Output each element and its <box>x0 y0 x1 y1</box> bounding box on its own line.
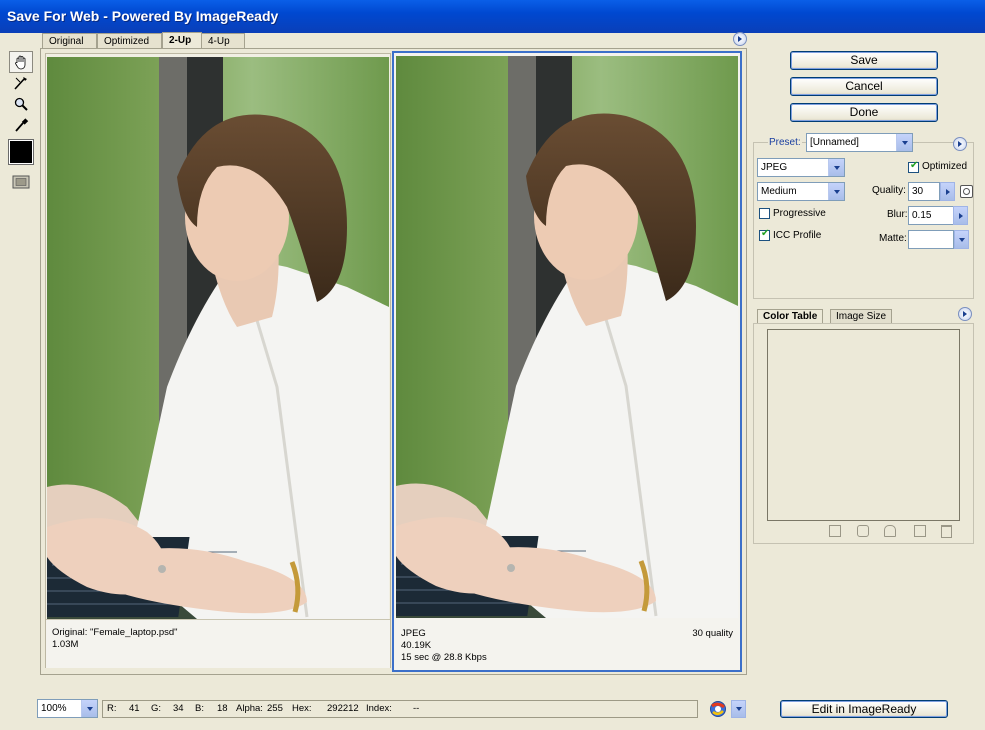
color-swatch[interactable] <box>8 139 34 165</box>
checkmark-icon: ✔ <box>761 228 770 239</box>
icc-profile-checkbox[interactable]: ✔ <box>759 228 770 241</box>
chevron-right-icon <box>958 212 963 219</box>
tab-color-table[interactable]: Color Table <box>757 309 824 324</box>
alpha-value: 255 <box>267 703 283 714</box>
checkmark-icon: ✔ <box>910 160 919 171</box>
preset-select[interactable]: [Unnamed] <box>806 133 913 152</box>
matte-swatch[interactable] <box>908 230 954 249</box>
save-button[interactable]: Save <box>790 51 938 70</box>
matte-label: Matte: <box>879 233 907 244</box>
quality-mask-icon[interactable] <box>960 185 973 198</box>
hex-value: 292212 <box>327 703 359 714</box>
tab-optimized[interactable]: Optimized <box>97 33 162 49</box>
r-label: R: <box>107 703 117 714</box>
browser-preview-icon[interactable] <box>709 700 727 718</box>
chevron-down-icon <box>81 700 97 717</box>
blur-label: Blur: <box>887 209 908 220</box>
slice-select-tool-icon[interactable] <box>9 72 33 94</box>
optimized-filesize: 40.19K <box>401 640 432 651</box>
quality-preset-select[interactable]: Medium <box>757 182 845 201</box>
original-filesize: 1.03M <box>52 639 79 650</box>
edit-in-imageready-button[interactable]: Edit in ImageReady <box>780 700 948 718</box>
g-value: 34 <box>173 703 184 714</box>
tab-original[interactable]: Original <box>42 33 97 49</box>
map-transparent-icon[interactable] <box>829 525 841 537</box>
index-label: Index: <box>366 703 392 714</box>
alpha-label: Alpha: <box>236 703 263 714</box>
color-readout: R: 41 G: 34 B: 18 Alpha: 255 Hex: 292212… <box>102 700 698 718</box>
chevron-down-icon <box>896 134 912 151</box>
blur-slider-button[interactable] <box>953 206 968 225</box>
optimized-format: JPEG <box>401 628 426 639</box>
new-color-icon[interactable] <box>914 525 926 537</box>
optimized-quality: 30 quality <box>692 628 733 639</box>
index-value: -- <box>413 703 420 714</box>
cancel-button[interactable]: Cancel <box>790 77 938 96</box>
trash-icon[interactable] <box>941 525 952 538</box>
optimized-image <box>396 56 738 618</box>
format-select[interactable]: JPEG <box>757 158 845 177</box>
quality-input[interactable]: 30 <box>908 182 940 201</box>
done-button[interactable]: Done <box>790 103 938 122</box>
preview-toggle-icon[interactable] <box>9 171 33 193</box>
b-label: B: <box>195 703 204 714</box>
tab-2-up[interactable]: 2-Up <box>162 32 202 49</box>
download-time: 15 sec @ 28.8 Kbps <box>401 652 487 663</box>
progressive-checkbox[interactable] <box>759 208 770 219</box>
matte-dropdown-button[interactable] <box>954 230 969 249</box>
chevron-down-icon <box>735 707 742 711</box>
zoom-value: 100% <box>41 703 67 714</box>
hex-label: Hex: <box>292 703 312 714</box>
lock-color-icon[interactable] <box>884 525 896 537</box>
quality-slider-button[interactable] <box>940 182 955 201</box>
b-value: 18 <box>217 703 228 714</box>
preview-menu-icon[interactable] <box>733 32 747 46</box>
chevron-down-icon <box>958 237 965 242</box>
original-filename: Original: "Female_laptop.psd" <box>52 627 178 638</box>
eyedropper-tool-icon[interactable] <box>9 114 33 136</box>
icc-profile-label: ICC Profile <box>773 230 822 241</box>
window-title: Save For Web - Powered By ImageReady <box>7 8 279 24</box>
hand-tool-icon[interactable] <box>9 51 33 73</box>
optimized-pane[interactable]: JPEG 40.19K 15 sec @ 28.8 Kbps 30 qualit… <box>392 51 742 672</box>
title-bar: Save For Web - Powered By ImageReady <box>0 0 985 33</box>
tab-4-up[interactable]: 4-Up <box>201 33 245 49</box>
color-table-menu-icon[interactable] <box>958 307 972 321</box>
color-table-grid[interactable] <box>767 329 960 521</box>
chevron-right-icon <box>945 188 950 195</box>
zoom-tool-icon[interactable] <box>9 93 33 115</box>
preset-label: Preset: <box>768 137 802 149</box>
browser-select-button[interactable] <box>731 700 746 718</box>
web-shift-icon[interactable] <box>857 525 869 537</box>
chevron-down-icon <box>828 183 844 200</box>
tab-image-size[interactable]: Image Size <box>830 309 893 324</box>
zoom-select[interactable]: 100% <box>37 699 98 718</box>
optimize-menu-icon[interactable] <box>953 137 967 151</box>
blur-input[interactable]: 0.15 <box>908 206 954 225</box>
optimized-label: Optimized <box>922 161 968 172</box>
original-pane[interactable]: Original: "Female_laptop.psd" 1.03M <box>45 53 391 668</box>
preset-value: [Unnamed] <box>810 137 859 148</box>
original-image <box>47 57 389 619</box>
progressive-label: Progressive <box>773 208 826 219</box>
quality-label: Quality: <box>872 185 906 196</box>
g-label: G: <box>151 703 162 714</box>
format-value: JPEG <box>761 162 788 173</box>
chevron-down-icon <box>828 159 844 176</box>
optimized-checkbox[interactable]: ✔ <box>908 160 919 173</box>
quality-preset-value: Medium <box>761 186 797 197</box>
r-value: 41 <box>129 703 140 714</box>
